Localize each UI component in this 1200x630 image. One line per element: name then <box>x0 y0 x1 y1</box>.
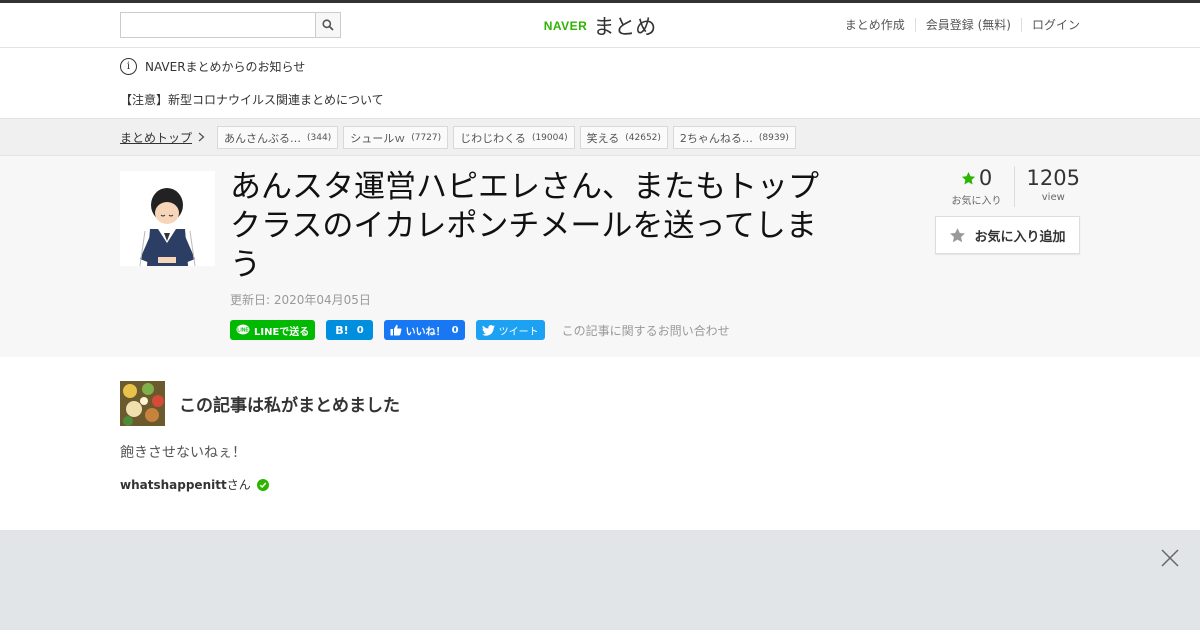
author-user: whatshappenittさん <box>120 476 1080 493</box>
line-icon: LINE <box>236 324 250 335</box>
search-form <box>120 12 341 38</box>
breadcrumb: まとめトップ あんさんぶる… (344) シュールｗ (7727) じわじわくる (1… <box>0 118 1200 156</box>
logo-brand: NAVER <box>543 19 588 33</box>
facebook-like-count: 0 <box>451 324 459 336</box>
tag-count: (7727) <box>411 132 442 143</box>
chevron-right-icon <box>198 131 205 145</box>
tag-label: あんさんぶる… <box>224 131 302 145</box>
updated-date: 更新日: 2020年04月05日 <box>230 293 371 307</box>
tweet-button[interactable]: ツイート <box>475 320 545 340</box>
breadcrumb-home[interactable]: まとめトップ <box>120 129 192 146</box>
views-label: view <box>1041 192 1065 203</box>
favorites-counter: 0 お気に入り <box>940 166 1014 207</box>
thumbs-up-icon <box>390 324 402 336</box>
author-section: この記事は私がまとめました 飽きさせないねぇ！ whatshappenittさん <box>120 357 1080 493</box>
favorites-label: お気に入り <box>951 196 1002 207</box>
notice-link[interactable]: 【注意】新型コロナウイルス関連まとめについて <box>120 91 1080 108</box>
tag-count: (19004) <box>531 132 568 143</box>
site-logo[interactable]: NAVER まとめ <box>544 11 657 41</box>
favorite-panel: 0 お気に入り 1205 view お気に入り追加 <box>935 166 1080 254</box>
facebook-like-button[interactable]: いいね！ 0 <box>383 320 465 340</box>
hatena-count: 0 <box>356 324 364 336</box>
tag-label: じわじわくる <box>460 131 526 145</box>
twitter-bird-icon <box>481 324 495 336</box>
search-button[interactable] <box>315 12 341 38</box>
add-favorite-label: お気に入り追加 <box>974 229 1066 245</box>
inquiry-link[interactable]: この記事に関するお問い合わせ <box>562 322 730 339</box>
search-icon <box>322 19 334 31</box>
tag-count: (8939) <box>758 132 789 143</box>
tag-label: シュールｗ <box>350 131 406 145</box>
star-icon <box>950 227 966 242</box>
star-icon <box>961 171 975 184</box>
site-header: NAVER まとめ まとめ作成 会員登録 (無料) ログイン <box>0 3 1200 48</box>
search-input[interactable] <box>120 12 315 38</box>
facebook-like-label: いいね！ <box>405 326 446 338</box>
tag-label: 2ちゃんねる… <box>679 131 753 145</box>
ad-banner <box>0 530 1200 630</box>
views-counter: 1205 view <box>1013 166 1080 207</box>
favorites-count: 0 <box>978 166 993 190</box>
verified-check-icon <box>256 478 269 491</box>
line-share-button[interactable]: LINE LINEで送る <box>230 320 316 340</box>
nav-create-matome[interactable]: まとめ作成 <box>835 18 915 32</box>
tag-count: (42652) <box>625 132 661 143</box>
food-photo-avatar <box>120 381 165 426</box>
notice-area: i NAVERまとめからのお知らせ 【注意】新型コロナウイルス関連まとめについて <box>120 48 1080 118</box>
article-thumbnail[interactable] <box>120 171 215 266</box>
tag-surreal[interactable]: シュールｗ (7727) <box>343 126 449 149</box>
header-nav: まとめ作成 会員登録 (無料) ログイン <box>835 18 1080 32</box>
author-description: 飽きさせないねぇ！ <box>120 445 246 461</box>
notice-title: NAVERまとめからのお知らせ <box>145 60 306 74</box>
author-suffix: さん <box>226 478 251 492</box>
tag-funny[interactable]: 笑える (42652) <box>579 126 668 149</box>
article-header: あんスタ運営ハピエレさん、またもトップクラスのイカレポンチメールを送ってしまう … <box>0 156 1200 357</box>
author-username[interactable]: whatshappenitt <box>120 478 227 492</box>
article-title: あんスタ運営ハピエレさん、またもトップクラスのイカレポンチメールを送ってしまう <box>230 169 819 283</box>
author-heading: この記事は私がまとめました <box>179 396 400 416</box>
tag-label: 笑える <box>586 131 620 145</box>
views-count: 1205 <box>1026 166 1080 190</box>
logo-text: まとめ <box>593 15 657 39</box>
info-icon: i <box>120 58 137 75</box>
hatena-icon: B! <box>335 323 349 337</box>
tag-ensemble[interactable]: あんさんぶる… (344) <box>217 126 339 149</box>
add-favorite-button[interactable]: お気に入り追加 <box>935 216 1080 254</box>
share-buttons: LINE LINEで送る B! 0 いいね！ 0 ツイート この記事に関するお問… <box>230 320 730 340</box>
tag-count: (344) <box>307 132 332 143</box>
close-icon[interactable] <box>1160 548 1180 568</box>
tag-2channel[interactable]: 2ちゃんねる… (8939) <box>672 126 796 149</box>
author-avatar[interactable] <box>120 381 165 426</box>
tweet-label: ツイート <box>498 326 539 338</box>
hatena-bookmark-button[interactable]: B! 0 <box>326 320 373 340</box>
nav-register[interactable]: 会員登録 (無料) <box>914 18 1021 32</box>
tag-jiwajiwa[interactable]: じわじわくる (19004) <box>453 126 575 149</box>
line-share-label: LINEで送る <box>254 326 310 338</box>
nav-login[interactable]: ログイン <box>1020 18 1080 32</box>
svg-text:LINE: LINE <box>237 328 249 334</box>
bowing-person-illustration <box>120 171 215 266</box>
